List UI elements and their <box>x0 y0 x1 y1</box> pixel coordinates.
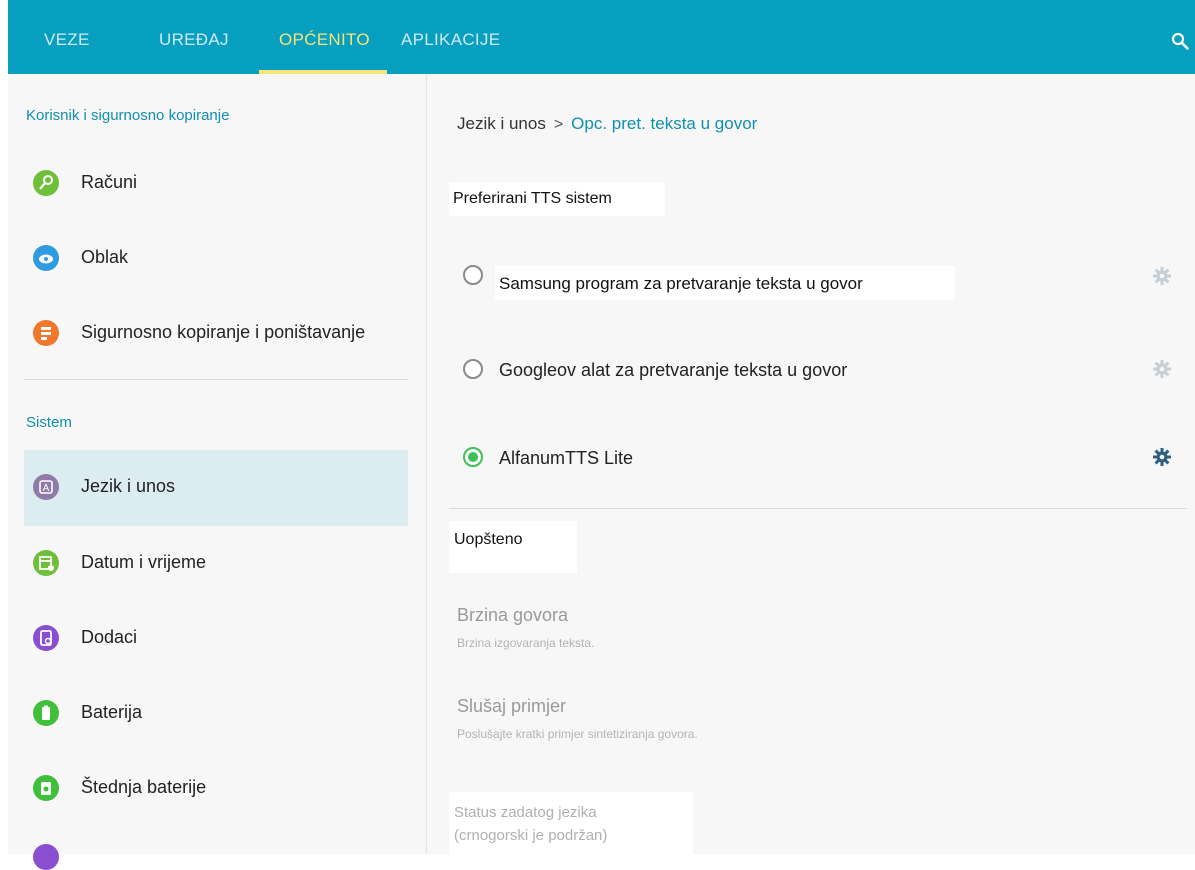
panel-divider <box>449 508 1187 509</box>
option-label: Samsung program za pretvaranje teksta u … <box>499 274 863 293</box>
sidebar-item-label: Sigurnosno kopiranje i poništavanje <box>81 322 366 342</box>
sidebar-item-label: Jezik i unos <box>81 476 176 496</box>
sidebar-item-accessories[interactable]: Dodaci <box>24 601 408 677</box>
sidebar-item-battery[interactable]: Baterija <box>24 676 408 752</box>
tts-section-title: Preferirani TTS sistem <box>453 190 612 207</box>
sidebar-item-date-time[interactable]: Datum i vrijeme <box>24 526 408 602</box>
tts-settings-panel: Jezik i unos > Opc. pret. teksta u govor P… <box>427 74 1195 854</box>
radio-button[interactable] <box>463 359 483 379</box>
sidebar-item-label: Štednja baterije <box>81 777 207 797</box>
settings-sidebar: Korisnik i sigurnosno kopiranje Računi O… <box>8 74 427 870</box>
gear-icon[interactable] <box>1151 446 1173 468</box>
sidebar-item-label: Dodaci <box>81 627 138 647</box>
option-label: Googleov alat za pretvaranje teksta u go… <box>499 360 848 380</box>
breadcrumb: Jezik i unos > Opc. pret. teksta u govor <box>457 114 757 134</box>
sidebar-item-language-input[interactable]: A Jezik i unos <box>24 450 408 526</box>
section-title-system: Sistem <box>26 414 72 431</box>
tab-uredaj[interactable]: UREĐAJ <box>159 0 229 74</box>
tab-veze[interactable]: VEZE <box>44 0 90 74</box>
gear-icon[interactable] <box>1151 358 1173 380</box>
sidebar-item-label: Računi <box>81 172 138 192</box>
top-tab-bar: VEZE UREĐAJ OPĆENITO APLIKACIJE <box>8 0 1195 74</box>
search-icon[interactable] <box>1171 32 1189 50</box>
speech-rate-title: Brzina govora <box>457 605 569 625</box>
tab-opcenito[interactable]: OPĆENITO <box>279 0 370 74</box>
listen-sample-title: Slušaj primjer <box>457 696 567 716</box>
general-section-title: Uopšteno <box>454 531 523 548</box>
breadcrumb-current: Opc. pret. teksta u govor <box>571 114 758 133</box>
language-icon: A <box>33 474 59 500</box>
cloud-icon <box>33 245 59 271</box>
language-status-box[interactable]: Status zadatog jezika (crnogorski je pod… <box>449 792 693 854</box>
sidebar-item-label: Baterija <box>81 702 143 722</box>
battery-icon <box>33 700 59 726</box>
sidebar-item-backup-reset[interactable]: Sigurnosno kopiranje i poništavanje <box>24 296 408 372</box>
tts-title-box: Preferirani TTS sistem <box>449 182 665 216</box>
radio-button[interactable] <box>463 265 483 285</box>
general-title-box: Uopšteno <box>449 521 577 573</box>
tab-aplikacije[interactable]: APLIKACIJE <box>401 0 500 74</box>
sidebar-item-cloud[interactable]: Oblak <box>24 221 408 297</box>
sidebar-divider <box>24 379 408 380</box>
partial-item-icon[interactable] <box>33 844 59 870</box>
power-saving-icon <box>33 775 59 801</box>
sidebar-item-label: Datum i vrijeme <box>81 552 207 572</box>
speech-rate-subtitle: Brzina izgovaranja teksta. <box>457 636 595 650</box>
backup-icon <box>33 320 59 346</box>
key-icon <box>33 170 59 196</box>
calendar-icon <box>33 550 59 576</box>
radio-button-selected[interactable] <box>463 447 483 467</box>
listen-sample-subtitle: Poslušajte kratki primjer sintetiziranja… <box>457 727 698 741</box>
breadcrumb-parent[interactable]: Jezik i unos <box>457 114 546 133</box>
accessories-icon <box>33 625 59 651</box>
breadcrumb-separator: > <box>553 116 564 133</box>
sidebar-item-accounts[interactable]: Računi <box>24 146 408 222</box>
language-status-line2: (crnogorski je podržan) <box>454 827 608 844</box>
language-status-line1: Status zadatog jezika <box>454 804 597 821</box>
svg-text:A: A <box>43 483 50 494</box>
option-label: AlfanumTTS Lite <box>499 448 634 468</box>
gear-icon[interactable] <box>1151 265 1173 287</box>
settings-window: VEZE UREĐAJ OPĆENITO APLIKACIJE Korisnik… <box>8 0 1195 870</box>
option-label-box: Samsung program za pretvaranje teksta u … <box>495 266 955 300</box>
sidebar-item-power-saving[interactable]: Štednja baterije <box>24 751 408 827</box>
sidebar-item-label: Oblak <box>81 247 129 267</box>
section-title-user-backup: Korisnik i sigurnosno kopiranje <box>26 107 230 124</box>
